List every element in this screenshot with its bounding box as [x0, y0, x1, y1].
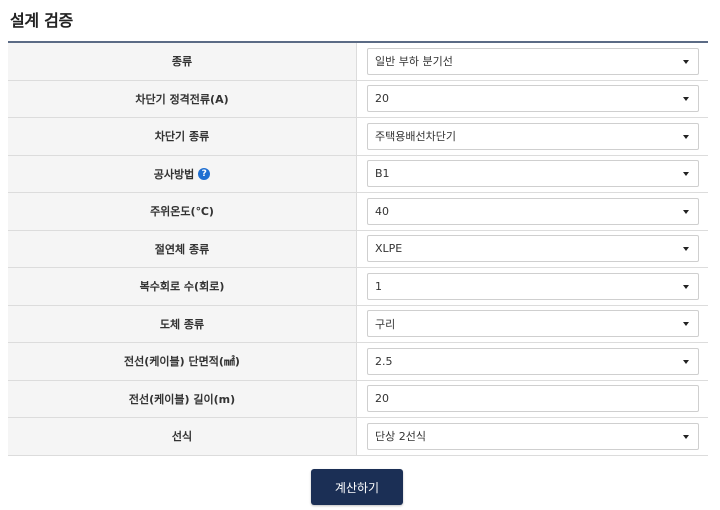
chevron-down-icon — [683, 322, 689, 327]
chevron-down-icon — [683, 209, 689, 214]
chevron-down-icon — [683, 434, 689, 439]
form-row-installation-method: 공사방법 ? B1 — [8, 155, 708, 193]
form-label-breaker-type: 차단기 종류 — [8, 118, 357, 155]
chevron-down-icon — [683, 172, 689, 177]
insulation-type-select[interactable]: XLPE — [367, 235, 699, 263]
form-label-breaker-rating: 차단기 정격전류(A) — [8, 80, 357, 117]
form-label-cable-area: 전선(케이블) 단면적(㎟) — [8, 343, 357, 380]
conductor-type-select[interactable]: 구리 — [367, 310, 699, 338]
form-label-wiring-system: 선식 — [8, 418, 357, 455]
help-icon[interactable]: ? — [198, 167, 211, 180]
cable-length-input[interactable] — [367, 385, 699, 413]
chevron-down-icon — [683, 284, 689, 289]
chevron-down-icon — [683, 59, 689, 64]
form-row-circuit-count: 복수회로 수(회로) 1 — [8, 268, 708, 306]
chevron-down-icon — [683, 247, 689, 252]
form-row-ambient-temp: 주위온도(℃) 40 — [8, 193, 708, 231]
form-row-type: 종류 일반 부하 분기선 — [8, 43, 708, 81]
breaker-type-select-value: 주택용배선차단기 — [375, 130, 456, 144]
chevron-down-icon — [683, 134, 689, 139]
form-label-conductor-type: 도체 종류 — [8, 305, 357, 342]
form-row-breaker-type: 차단기 종류 주택용배선차단기 — [8, 118, 708, 156]
design-form-table: 종류 일반 부하 분기선 차단기 정격전류(A) 20 차단기 종류 주택용배선… — [8, 41, 708, 456]
installation-method-select-value: B1 — [375, 167, 390, 181]
cable-area-select[interactable]: 2.5 — [367, 347, 699, 375]
form-label-circuit-count: 복수회로 수(회로) — [8, 268, 357, 305]
breaker-rating-select[interactable]: 20 — [367, 85, 699, 113]
circuit-count-select[interactable]: 1 — [367, 272, 699, 300]
form-row-conductor-type: 도체 종류 구리 — [8, 305, 708, 343]
wiring-system-select[interactable]: 단상 2선식 — [367, 422, 699, 450]
form-row-cable-length: 전선(케이블) 길이(m) — [8, 380, 708, 418]
cable-area-select-value: 2.5 — [375, 354, 393, 368]
form-row-insulation-type: 절연체 종류 XLPE — [8, 230, 708, 268]
type-select[interactable]: 일반 부하 분기선 — [367, 47, 699, 75]
chevron-down-icon — [683, 97, 689, 102]
circuit-count-select-value: 1 — [375, 279, 382, 293]
installation-method-select[interactable]: B1 — [367, 160, 699, 188]
page-title: 설계 검증 — [10, 11, 73, 30]
form-label-ambient-temp: 주위온도(℃) — [8, 193, 357, 230]
conductor-type-select-value: 구리 — [375, 317, 396, 331]
ambient-temp-select-value: 40 — [375, 204, 389, 218]
chevron-down-icon — [683, 359, 689, 364]
insulation-type-select-value: XLPE — [375, 242, 403, 256]
ambient-temp-select[interactable]: 40 — [367, 197, 699, 225]
calculate-button[interactable]: 계산하기 — [311, 469, 403, 505]
breaker-type-select[interactable]: 주택용배선차단기 — [367, 122, 699, 150]
installation-method-label-text: 공사방법 — [153, 167, 195, 181]
type-select-value: 일반 부하 분기선 — [375, 55, 453, 69]
form-row-cable-area: 전선(케이블) 단면적(㎟) 2.5 — [8, 343, 708, 381]
form-label-insulation-type: 절연체 종류 — [8, 230, 357, 267]
form-label-type: 종류 — [8, 43, 357, 80]
form-row-wiring-system: 선식 단상 2선식 — [8, 418, 708, 456]
form-label-installation-method: 공사방법 ? — [8, 155, 357, 192]
wiring-system-select-value: 단상 2선식 — [375, 430, 426, 444]
form-row-breaker-rating: 차단기 정격전류(A) 20 — [8, 80, 708, 118]
breaker-rating-select-value: 20 — [375, 92, 389, 106]
form-label-cable-length: 전선(케이블) 길이(m) — [8, 380, 357, 417]
